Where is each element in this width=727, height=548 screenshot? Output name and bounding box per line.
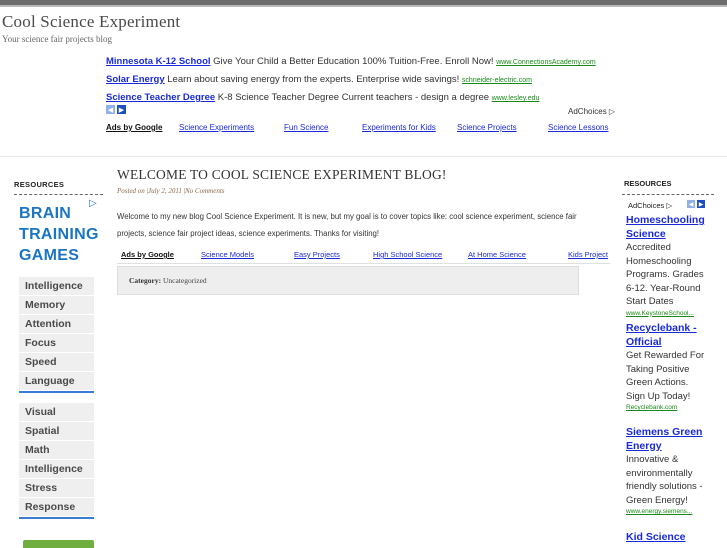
skill-divider xyxy=(19,517,94,519)
top-ad-url[interactable]: www.ConnectionsAcademy.com xyxy=(496,59,595,66)
skill-item[interactable]: Focus xyxy=(19,334,94,352)
sidebar-divider xyxy=(14,194,103,195)
adchoices-icon: ▷ xyxy=(608,107,616,116)
ad-pager: ◀ ▶ xyxy=(106,105,126,114)
ad-link[interactable]: Fun Science xyxy=(284,123,328,132)
top-ad-text: Learn about saving energy from the exper… xyxy=(167,74,460,85)
skill-item[interactable]: Intelligence xyxy=(19,460,94,478)
post-body: Welcome to my new blog Cool Science Expe… xyxy=(117,212,577,238)
skill-item[interactable]: Visual xyxy=(19,403,94,421)
right-ad-title[interactable]: Homeschooling Science xyxy=(626,214,708,241)
right-ad-3[interactable]: Siemens Green Energy Innovative & enviro… xyxy=(626,426,708,516)
top-ad-title[interactable]: Science Teacher Degree xyxy=(106,92,215,103)
skill-list-a: Intelligence Memory Attention Focus Spee… xyxy=(19,277,94,393)
site-title[interactable]: Cool Science Experiment xyxy=(2,12,180,32)
post-date[interactable]: July 2, 2011 xyxy=(148,187,182,195)
post-meta-prefix: Posted on xyxy=(117,187,145,195)
adchoices-icon: ▷ xyxy=(666,201,673,210)
top-ad-3[interactable]: Science Teacher Degree K-8 Science Teach… xyxy=(106,92,539,103)
ad-link[interactable]: Science Models xyxy=(201,250,254,259)
skill-item[interactable]: Math xyxy=(19,441,94,459)
ad-link[interactable]: Experiments for Kids xyxy=(362,123,436,132)
chevron-left-icon[interactable]: ◀ xyxy=(687,200,695,208)
ad-link[interactable]: Science Experiments xyxy=(179,123,254,132)
brain-line: TRAINING xyxy=(19,226,99,243)
skill-item[interactable]: Intelligence xyxy=(19,277,94,295)
adchoices-label: AdChoices xyxy=(628,201,665,210)
ad-link[interactable]: High School Science xyxy=(373,250,442,259)
top-bar xyxy=(0,0,727,7)
ad-link[interactable]: Easy Projects xyxy=(294,250,340,259)
category-label: Category: xyxy=(129,276,162,285)
right-ad-1[interactable]: Homeschooling Science Accredited Homesch… xyxy=(626,214,708,318)
right-ad-url[interactable]: Recyclebank.com xyxy=(626,403,708,412)
chevron-right-icon[interactable]: ▶ xyxy=(697,200,705,208)
top-ad-url[interactable]: www.lesley.edu xyxy=(492,95,540,102)
header-divider xyxy=(0,156,727,157)
skill-item[interactable]: Language xyxy=(19,372,94,390)
top-ad-text: K-8 Science Teacher Degree Current teach… xyxy=(217,92,490,103)
right-ad-title[interactable]: Siemens Green Energy xyxy=(626,426,708,453)
ad-link[interactable]: Kids Project xyxy=(568,250,608,259)
adchoices-link[interactable]: AdChoices ▷ xyxy=(628,201,672,210)
right-ad-url[interactable]: www.energy.siemens... xyxy=(626,507,708,516)
ads-by-google-label[interactable]: Ads by Google xyxy=(121,250,174,259)
right-ad-title[interactable]: Recyclebank - Official xyxy=(626,322,708,349)
adchoices-label: AdChoices xyxy=(568,107,607,116)
top-ad-2[interactable]: Solar Energy Learn about saving energy f… xyxy=(106,74,532,85)
skill-item[interactable]: Spatial xyxy=(19,422,94,440)
right-ad-text: Innovative & environmentally friendly so… xyxy=(626,454,703,506)
adchoices-link[interactable]: AdChoices ▷ xyxy=(568,107,615,116)
chevron-left-icon[interactable]: ◀ xyxy=(106,105,115,114)
brain-line: GAMES xyxy=(19,247,80,264)
top-ad-title[interactable]: Solar Energy xyxy=(106,74,165,85)
left-sidebar-heading: RESOURCES xyxy=(14,180,65,189)
top-ad-1[interactable]: Minnesota K-12 School Give Your Child a … xyxy=(106,56,596,67)
right-ad-title[interactable]: Kid Science xyxy=(626,531,708,545)
skill-item[interactable]: Response xyxy=(19,498,94,516)
ad-link[interactable]: Science Lessons xyxy=(548,123,608,132)
right-ad-4[interactable]: Kid Science xyxy=(626,531,708,545)
skill-item[interactable]: Attention xyxy=(19,315,94,333)
skill-divider xyxy=(19,391,94,393)
top-ad-url[interactable]: schneider-electric.com xyxy=(462,77,532,84)
ad-link[interactable]: At Home Science xyxy=(468,250,526,259)
brain-line: BRAIN xyxy=(19,205,72,222)
brain-training-banner[interactable]: BRAIN TRAINING GAMES xyxy=(19,203,99,266)
right-ad-2[interactable]: Recyclebank - Official Get Rewarded For … xyxy=(626,322,708,412)
skill-item[interactable]: Stress xyxy=(19,479,94,497)
skill-list-b: Visual Spatial Math Intelligence Stress … xyxy=(19,403,94,519)
right-ad-text: Accredited Homeschooling Programs. Grade… xyxy=(626,242,704,307)
sidebar-divider xyxy=(622,194,714,195)
post-title[interactable]: WELCOME TO COOL SCIENCE EXPERIMENT BLOG! xyxy=(117,167,447,183)
green-play-button[interactable] xyxy=(23,540,94,548)
right-sidebar-heading: RESOURCES xyxy=(624,179,672,188)
skill-item[interactable]: Memory xyxy=(19,296,94,314)
top-ad-text: Give Your Child a Better Education 100% … xyxy=(213,56,494,67)
ads-by-google-label[interactable]: Ads by Google xyxy=(106,123,162,132)
post-comments-link[interactable]: No Comments xyxy=(185,187,224,195)
post-ad-divider xyxy=(117,263,610,264)
right-ad-url[interactable]: www.KeystoneSchool... xyxy=(626,309,708,318)
site-tagline: Your science fair projects blog xyxy=(2,34,113,44)
top-ad-title[interactable]: Minnesota K-12 School xyxy=(106,56,211,67)
chevron-right-icon[interactable]: ▶ xyxy=(117,105,126,114)
right-ad-text: Get Rewarded For Taking Positive Green A… xyxy=(626,350,705,402)
category-link[interactable]: Uncategorized xyxy=(163,276,207,285)
ad-link[interactable]: Science Projects xyxy=(457,123,517,132)
skill-item[interactable]: Speed xyxy=(19,353,94,371)
category-box: Category: Uncategorized xyxy=(117,266,579,295)
category-line: Category: Uncategorized xyxy=(129,276,207,285)
post-meta: Posted on |July 2, 2011 |No Comments xyxy=(117,187,225,195)
